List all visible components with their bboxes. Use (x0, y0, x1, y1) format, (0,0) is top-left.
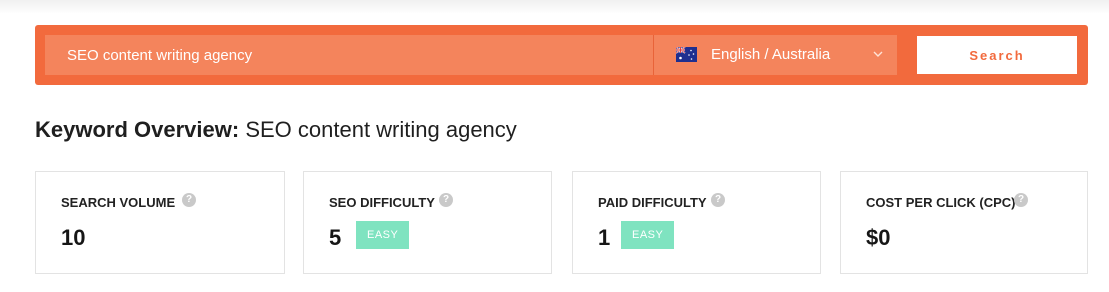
metric-value: 5 (329, 225, 342, 250)
australia-flag-icon (676, 47, 697, 62)
metric-label: PAID DIFFICULTY (598, 195, 707, 210)
page-title-label: Keyword Overview: (35, 117, 240, 142)
search-button[interactable]: Search (917, 36, 1077, 74)
help-icon[interactable]: ? (711, 193, 725, 207)
header-shadow (0, 0, 1109, 14)
metric-card-paid-difficulty: PAID DIFFICULTY ? 1 EASY (572, 171, 821, 274)
metric-value: $0 (866, 225, 891, 250)
metric-label: SEO DIFFICULTY (329, 195, 435, 210)
page-title: Keyword Overview: SEO content writing ag… (35, 117, 517, 143)
metric-value: 1 (598, 225, 611, 250)
metric-card-search-volume: SEARCH VOLUME ? 10 (35, 171, 285, 274)
chevron-down-icon (873, 51, 883, 57)
difficulty-badge: EASY (356, 221, 410, 249)
difficulty-badge: EASY (621, 221, 675, 249)
help-icon[interactable]: ? (439, 193, 453, 207)
language-select[interactable]: English / Australia (653, 35, 897, 75)
keyword-input[interactable] (45, 35, 653, 75)
metric-label: SEARCH VOLUME (61, 195, 176, 210)
help-icon[interactable]: ? (1014, 193, 1028, 207)
page-title-keyword: SEO content writing agency (245, 117, 517, 142)
language-label: English / Australia (711, 46, 831, 63)
help-icon[interactable]: ? (182, 193, 196, 207)
keyword-search-bar: English / Australia Search (35, 25, 1088, 85)
metric-card-seo-difficulty: SEO DIFFICULTY ? 5 EASY (303, 171, 552, 274)
metric-label: COST PER CLICK (CPC) (866, 195, 1016, 210)
metric-value: 10 (61, 225, 86, 250)
metric-card-cost-per-click: COST PER CLICK (CPC) ? $0 (840, 171, 1088, 274)
